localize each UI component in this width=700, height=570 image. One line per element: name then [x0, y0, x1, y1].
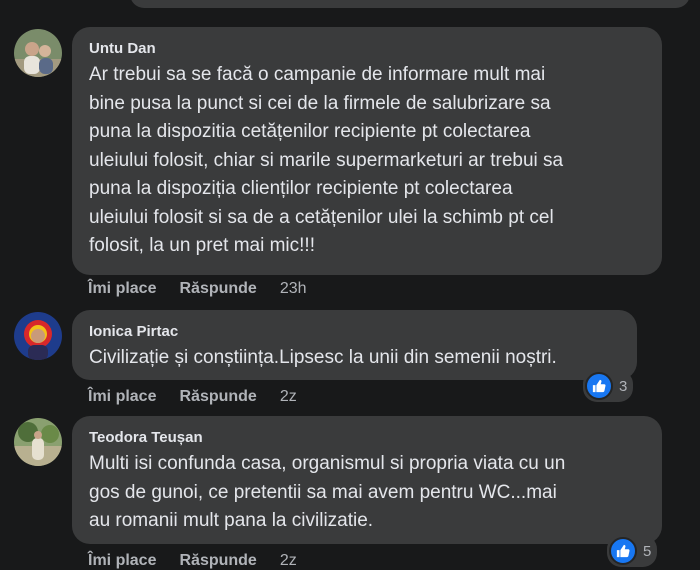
reaction-count: 3 — [619, 377, 628, 395]
comment-actions: Îmi place Răspunde 2z — [88, 388, 297, 406]
comment-bubble: Untu Dan Ar trebui sa se facă o campanie… — [72, 27, 662, 275]
reaction-count: 5 — [643, 542, 652, 560]
reaction-count-badge[interactable]: 3 — [583, 370, 634, 402]
timestamp[interactable]: 23h — [280, 280, 307, 298]
comment-author[interactable]: Ionica Pirtac — [89, 322, 621, 342]
comment-text: Civilizație și conștiința.Lipsesc la uni… — [89, 347, 557, 368]
reply-button[interactable]: Răspunde — [179, 552, 256, 570]
avatar[interactable] — [14, 29, 62, 77]
reply-button[interactable]: Răspunde — [179, 388, 256, 406]
comment-bubble: Ionica Pirtac Civilizație și conștiința.… — [72, 310, 637, 380]
comment-actions: Îmi place Răspunde 2z — [88, 552, 297, 570]
comment-author[interactable]: Untu Dan — [89, 39, 646, 59]
previous-comment-bubble — [130, 0, 690, 8]
reply-button[interactable]: Răspunde — [179, 280, 256, 298]
thumbs-up-icon — [609, 537, 637, 565]
comment-actions: Îmi place Răspunde 23h — [88, 280, 307, 298]
like-button[interactable]: Îmi place — [88, 552, 156, 570]
comment-author[interactable]: Teodora Teușan — [89, 428, 646, 448]
avatar[interactable] — [14, 312, 62, 360]
like-button[interactable]: Îmi place — [88, 388, 156, 406]
like-button[interactable]: Îmi place — [88, 280, 156, 298]
avatar[interactable] — [14, 418, 62, 466]
comment-text: Multi isi confunda casa, organismul si p… — [89, 453, 566, 531]
comment-bubble: Teodora Teușan Multi isi confunda casa, … — [72, 416, 662, 544]
comment-text: Ar trebui sa se facă o campanie de infor… — [89, 64, 564, 256]
timestamp[interactable]: 2z — [280, 388, 297, 406]
thumbs-up-icon — [585, 372, 613, 400]
reaction-count-badge[interactable]: 5 — [607, 535, 658, 567]
timestamp[interactable]: 2z — [280, 552, 297, 570]
